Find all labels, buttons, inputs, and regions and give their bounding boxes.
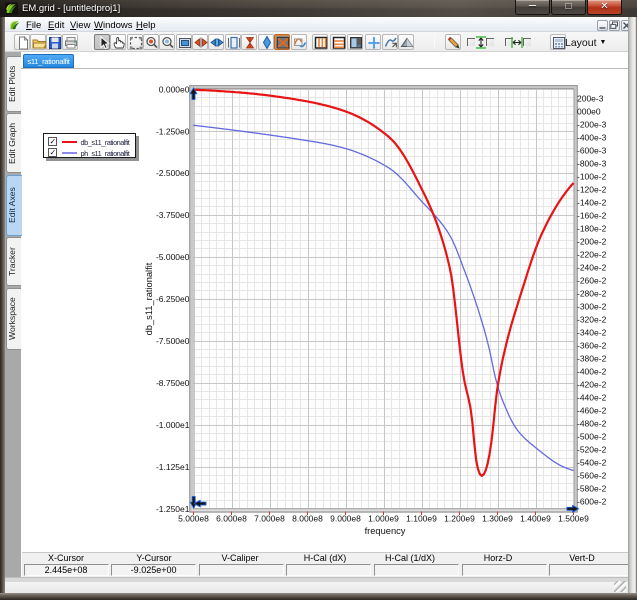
svg-text:-7.500e0: -7.500e0 bbox=[156, 336, 190, 346]
svg-text:-500e-2: -500e-2 bbox=[577, 432, 607, 442]
svg-text:-460e-2: -460e-2 bbox=[577, 406, 607, 416]
svg-text:-100e-2: -100e-2 bbox=[577, 172, 607, 182]
svg-text:200e-3: 200e-3 bbox=[577, 94, 604, 104]
svg-text:-600e-3: -600e-3 bbox=[577, 146, 607, 156]
svg-text:-600e-2: -600e-2 bbox=[577, 497, 607, 507]
svg-text:-480e-2: -480e-2 bbox=[577, 419, 607, 429]
svg-text:9.000e8: 9.000e8 bbox=[330, 513, 361, 523]
svg-text:-320e-2: -320e-2 bbox=[577, 315, 607, 325]
svg-text:-300e-2: -300e-2 bbox=[577, 302, 607, 312]
svg-text:8.000e8: 8.000e8 bbox=[292, 513, 323, 523]
svg-text:db_s11_rationalfit: db_s11_rationalfit bbox=[144, 262, 154, 335]
svg-text:-1.000e1: -1.000e1 bbox=[156, 420, 190, 430]
svg-text:-360e-2: -360e-2 bbox=[577, 341, 607, 351]
svg-text:-580e-2: -580e-2 bbox=[577, 484, 607, 494]
svg-text:frequency: frequency bbox=[365, 526, 406, 536]
svg-text:-2.500e0: -2.500e0 bbox=[156, 168, 190, 178]
svg-text:-1.250e1: -1.250e1 bbox=[156, 504, 190, 514]
svg-text:-560e-2: -560e-2 bbox=[577, 471, 607, 481]
svg-text:-260e-2: -260e-2 bbox=[577, 276, 607, 286]
svg-text:-240e-2: -240e-2 bbox=[577, 263, 607, 273]
svg-text:-400e-3: -400e-3 bbox=[577, 133, 607, 143]
svg-text:-5.000e0: -5.000e0 bbox=[156, 252, 190, 262]
svg-text:-120e-2: -120e-2 bbox=[577, 185, 607, 195]
svg-text:1.200e9: 1.200e9 bbox=[444, 513, 475, 523]
svg-text:1.000e9: 1.000e9 bbox=[368, 513, 399, 523]
svg-text:1.400e9: 1.400e9 bbox=[520, 513, 551, 523]
svg-text:000e0: 000e0 bbox=[577, 107, 601, 117]
svg-text:7.000e8: 7.000e8 bbox=[254, 513, 285, 523]
svg-text:0.000e0: 0.000e0 bbox=[159, 84, 190, 94]
svg-text:-340e-2: -340e-2 bbox=[577, 328, 607, 338]
svg-text:1.500e9: 1.500e9 bbox=[558, 513, 589, 523]
svg-text:-440e-2: -440e-2 bbox=[577, 393, 607, 403]
svg-text:-520e-2: -520e-2 bbox=[577, 445, 607, 455]
svg-text:-6.250e0: -6.250e0 bbox=[156, 294, 190, 304]
svg-text:-3.750e0: -3.750e0 bbox=[156, 210, 190, 220]
svg-text:1.300e9: 1.300e9 bbox=[482, 513, 513, 523]
svg-text:6.000e8: 6.000e8 bbox=[216, 513, 247, 523]
svg-text:-160e-2: -160e-2 bbox=[577, 211, 607, 221]
svg-text:5.000e8: 5.000e8 bbox=[178, 513, 209, 523]
svg-text:-280e-2: -280e-2 bbox=[577, 289, 607, 299]
svg-text:-8.750e0: -8.750e0 bbox=[156, 378, 190, 388]
svg-text:-540e-2: -540e-2 bbox=[577, 458, 607, 468]
svg-text:-140e-2: -140e-2 bbox=[577, 198, 607, 208]
svg-text:-400e-2: -400e-2 bbox=[577, 367, 607, 377]
svg-text:-200e-3: -200e-3 bbox=[577, 120, 607, 130]
svg-text:-180e-2: -180e-2 bbox=[577, 224, 607, 234]
svg-text:-800e-3: -800e-3 bbox=[577, 159, 607, 169]
svg-text:1.100e9: 1.100e9 bbox=[406, 513, 437, 523]
svg-text:-1.250e0: -1.250e0 bbox=[156, 126, 190, 136]
svg-text:-1.125e1: -1.125e1 bbox=[156, 462, 190, 472]
svg-text:-420e-2: -420e-2 bbox=[577, 380, 607, 390]
svg-text:-200e-2: -200e-2 bbox=[577, 237, 607, 247]
svg-text:-380e-2: -380e-2 bbox=[577, 354, 607, 364]
svg-text:-220e-2: -220e-2 bbox=[577, 250, 607, 260]
